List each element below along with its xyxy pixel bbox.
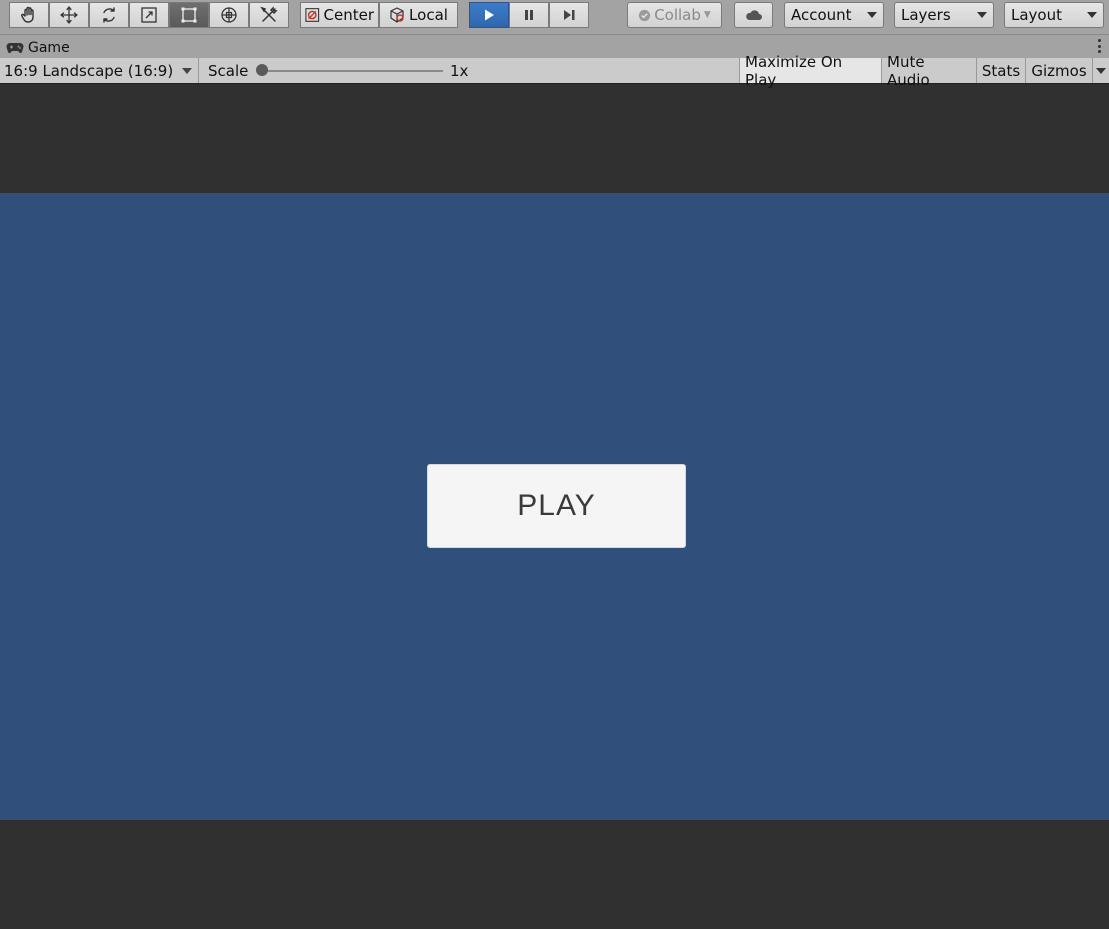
cloud-services-button[interactable] [734,2,773,28]
play-icon [485,9,494,21]
hand-icon [21,6,34,23]
rotate-icon [103,7,115,23]
rect-tool-button[interactable] [169,2,209,28]
mute-audio-toggle[interactable]: Mute Audio [881,53,976,89]
account-label: Account [791,6,852,24]
transform-gizmo-icon [221,7,237,23]
layout-dropdown[interactable]: Layout [1004,2,1104,28]
scale-slider-handle[interactable] [256,64,268,76]
step-icon [564,10,575,20]
stats-label: Stats [981,61,1021,80]
aspect-chevron-down-icon [182,67,192,74]
scale-value: 1x [450,61,469,80]
layers-chevron-down-icon [977,12,987,18]
maximize-on-play-label: Maximize On Play [745,52,843,89]
play-button[interactable] [469,2,509,28]
gamepad-icon [6,43,24,54]
scale-tool-button[interactable] [129,2,169,28]
move-tool-button[interactable] [49,2,89,28]
pivot-local-label: Local [409,6,448,24]
aspect-ratio-value: 16:9 Landscape (16:9) [4,61,174,80]
scale-slider-track[interactable] [262,70,443,72]
pivot-center-toggle[interactable]: Center [300,2,379,28]
local-space-icon [390,7,404,23]
move-arrows-icon [60,6,78,24]
collab-dropdown[interactable]: Collab ▼ [627,2,722,28]
gizmos-toggle[interactable]: Gizmos [1025,58,1092,83]
hand-tool-button[interactable] [9,2,49,28]
pivot-center-icon [305,8,320,22]
pivot-local-toggle[interactable]: Local [379,2,458,28]
rotate-tool-button[interactable] [89,2,129,28]
main-toolbar: Center Local Collab ▼ Account Layers Lay… [0,0,1109,34]
gizmos-dropdown-button[interactable] [1092,58,1109,83]
account-dropdown[interactable]: Account [784,2,884,28]
gizmos-label: Gizmos [1031,61,1087,80]
rect-transform-icon [181,7,197,23]
tab-game-label: Game [28,40,70,56]
stats-toggle[interactable]: Stats [976,58,1025,83]
game-view-controls: 16:9 Landscape (16:9) Scale 1x Maximize … [0,53,1109,89]
pivot-center-label: Center [323,6,375,24]
collab-chevron-down-icon: ▼ [703,10,711,20]
mute-audio-label: Mute Audio [887,52,930,89]
layout-chevron-down-icon [1087,12,1097,18]
pause-button[interactable] [509,2,549,28]
cloud-icon [745,10,762,20]
custom-tool-button[interactable] [249,2,289,28]
step-button[interactable] [549,2,589,28]
layers-label: Layers [901,6,951,24]
scale-icon [141,7,157,23]
tab-game[interactable]: Game [6,37,70,59]
scale-label: Scale [208,61,249,80]
pause-icon [525,10,533,20]
tab-menu-kebab-icon[interactable] [1097,39,1101,53]
account-chevron-down-icon [867,12,877,18]
collab-label: Collab [654,6,701,24]
aspect-ratio-dropdown[interactable]: 16:9 Landscape (16:9) [0,58,199,83]
layers-dropdown[interactable]: Layers [894,2,994,28]
layout-label: Layout [1011,6,1062,24]
collab-check-icon [639,9,651,21]
game-play-button[interactable]: PLAY [427,464,686,548]
transform-tool-button[interactable] [209,2,249,28]
tools-icon [260,6,278,22]
gizmos-chevron-down-icon [1096,67,1106,74]
maximize-on-play-toggle[interactable]: Maximize On Play [739,53,881,89]
